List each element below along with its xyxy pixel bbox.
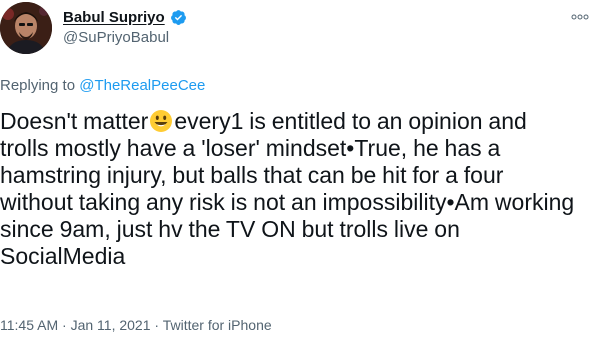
tweet-date[interactable]: Jan 11, 2021 <box>71 317 151 333</box>
author-display-name[interactable]: Babul Supriyo <box>63 9 165 26</box>
meta-separator: · <box>150 317 163 333</box>
name-row: Babul Supriyo <box>63 7 187 27</box>
replying-to-label: Replying to <box>0 77 76 94</box>
verified-badge-icon <box>170 9 186 25</box>
reply-mention-link[interactable]: @TheRealPeeCee <box>79 77 205 94</box>
tweet-text-part1: Doesn't matter <box>0 108 149 134</box>
replying-to: Replying to @TheRealPeeCee <box>0 77 205 94</box>
tweet-header: Babul Supriyo @SuPriyoBabul <box>0 2 600 64</box>
meta-separator: · <box>58 317 71 333</box>
tweet-text: Doesn't matter every1 is entitled to an o… <box>0 108 580 270</box>
avatar[interactable] <box>0 2 52 54</box>
avatar-image <box>0 2 52 54</box>
tweet-card: Babul Supriyo @SuPriyoBabul Replying to … <box>0 0 600 338</box>
tweet-time[interactable]: 11:45 AM <box>0 317 58 333</box>
tweet-meta: 11:45 AM · Jan 11, 2021 · Twitter for iP… <box>0 317 272 333</box>
author-handle[interactable]: @SuPriyoBabul <box>63 29 187 46</box>
author-info: Babul Supriyo @SuPriyoBabul <box>63 7 187 46</box>
smiling-face-icon <box>150 110 173 132</box>
more-options-icon[interactable] <box>570 12 590 22</box>
tweet-source: Twitter for iPhone <box>162 317 272 333</box>
